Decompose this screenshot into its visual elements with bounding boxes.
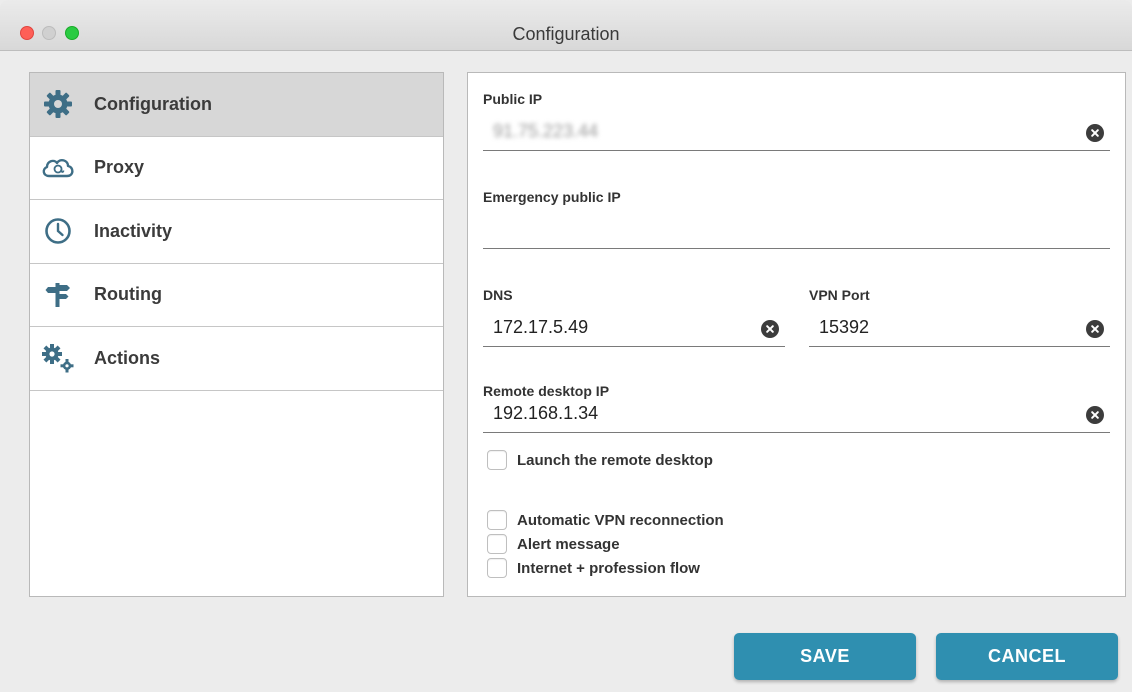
emergency-ip-field — [483, 211, 1110, 249]
public-ip-input[interactable] — [493, 117, 1070, 145]
emergency-ip-label: Emergency public IP — [483, 189, 621, 205]
vpn-port-label: VPN Port — [809, 287, 870, 303]
clock-icon — [40, 213, 76, 249]
emergency-ip-input[interactable] — [493, 215, 1070, 243]
launch-remote-desktop-checkbox[interactable] — [487, 450, 507, 470]
alert-message-option[interactable]: Alert message — [487, 534, 620, 554]
gear-icon — [40, 86, 76, 122]
sidebar-item-inactivity[interactable]: Inactivity — [30, 200, 443, 264]
internet-profession-flow-label: Internet + profession flow — [517, 559, 700, 577]
clear-public-ip-button[interactable] — [1086, 124, 1104, 142]
vpn-port-input[interactable] — [819, 313, 1070, 341]
sidebar-item-actions[interactable]: Actions — [30, 327, 443, 391]
configuration-panel: Public IP Emergency public IP DNS VPN Po… — [467, 72, 1126, 597]
dns-input[interactable] — [493, 313, 745, 341]
sidebar-item-label: Proxy — [94, 157, 145, 178]
alert-message-checkbox[interactable] — [487, 534, 507, 554]
cloud-icon — [40, 150, 76, 186]
internet-profession-flow-option[interactable]: Internet + profession flow — [487, 558, 700, 578]
launch-remote-desktop-option[interactable]: Launch the remote desktop — [487, 450, 713, 470]
launch-remote-desktop-label: Launch the remote desktop — [517, 451, 713, 469]
save-button[interactable]: SAVE — [734, 633, 916, 680]
clear-vpn-port-button[interactable] — [1086, 320, 1104, 338]
signpost-icon — [40, 277, 76, 313]
cancel-button[interactable]: CANCEL — [936, 633, 1118, 680]
sidebar-item-label: Configuration — [94, 93, 212, 114]
title-bar[interactable]: Configuration — [0, 0, 1132, 51]
gears-icon — [40, 340, 76, 376]
sidebar-item-configuration[interactable]: Configuration — [30, 73, 443, 137]
sidebar: Configuration Proxy Inactivity Routing A… — [29, 72, 444, 597]
dns-label: DNS — [483, 287, 513, 303]
clear-dns-button[interactable] — [761, 320, 779, 338]
sidebar-item-routing[interactable]: Routing — [30, 264, 443, 327]
remote-desktop-ip-input[interactable] — [493, 399, 1070, 427]
window-title: Configuration — [512, 24, 620, 44]
auto-vpn-reconnection-option[interactable]: Automatic VPN reconnection — [487, 510, 724, 530]
dns-field — [483, 309, 785, 347]
public-ip-field — [483, 113, 1110, 151]
sidebar-item-label: Actions — [94, 347, 161, 368]
clear-remote-desktop-ip-button[interactable] — [1086, 406, 1104, 424]
remote-desktop-ip-field — [483, 395, 1110, 433]
sidebar-item-label: Inactivity — [94, 220, 173, 241]
vpn-port-field — [809, 309, 1110, 347]
alert-message-label: Alert message — [517, 535, 620, 553]
sidebar-item-proxy[interactable]: Proxy — [30, 137, 443, 200]
configuration-window: Configuration Configuration Proxy Inacti… — [0, 0, 1132, 692]
sidebar-item-label: Routing — [94, 284, 162, 305]
public-ip-label: Public IP — [483, 91, 543, 107]
auto-vpn-reconnection-checkbox[interactable] — [487, 510, 507, 530]
auto-vpn-reconnection-label: Automatic VPN reconnection — [517, 511, 724, 529]
internet-profession-flow-checkbox[interactable] — [487, 558, 507, 578]
